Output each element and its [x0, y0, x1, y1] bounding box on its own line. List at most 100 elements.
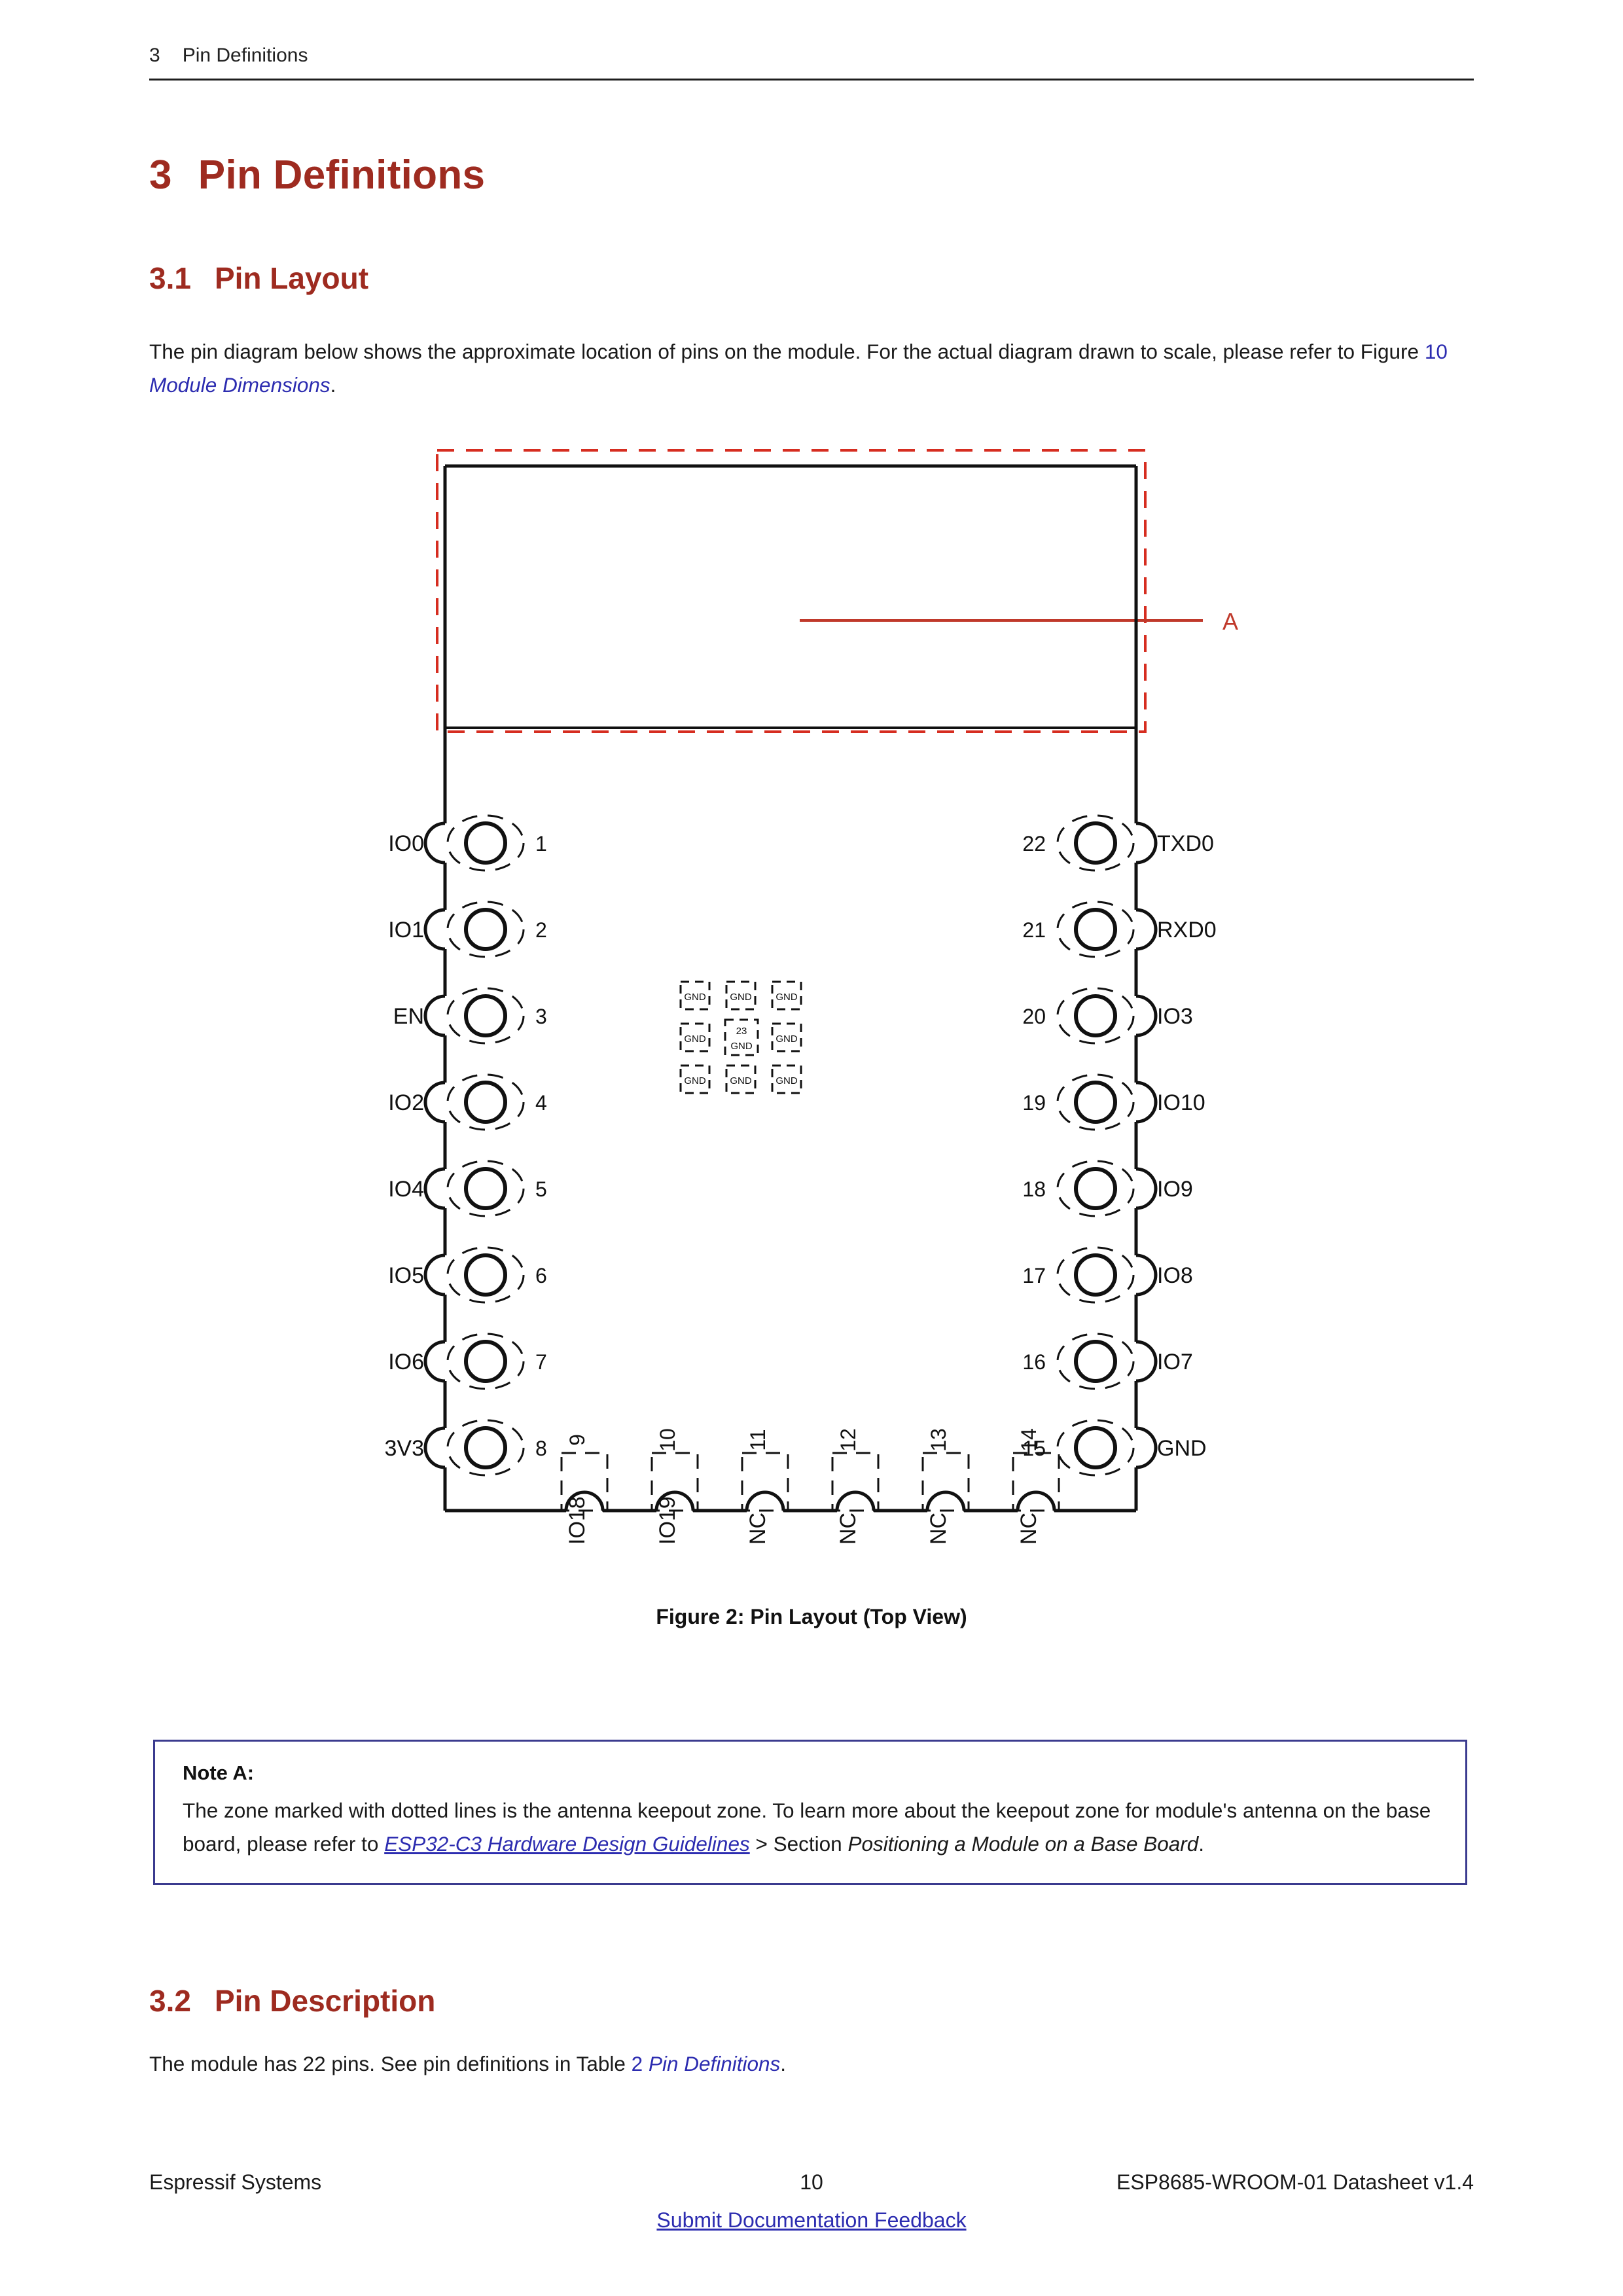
antenna-keepout-zone [436, 449, 1147, 733]
center-pad-gnd-r3c1[interactable]: GND [679, 1064, 711, 1094]
pin-left-6[interactable]: IO5 6 [388, 1246, 547, 1304]
pin-right-22-number: 22 [1022, 832, 1046, 855]
heading-3-number: 3 [149, 152, 172, 198]
pin-left-8-name: 3V3 [385, 1436, 425, 1461]
paragraph-pin-description-text: The module has 22 pins. See pin definiti… [149, 2052, 632, 2075]
heading-pin-layout: 3.1 Pin Layout [149, 260, 368, 296]
center-pad-gnd-r1c3[interactable]: GND [771, 980, 802, 1011]
pin-left-8[interactable]: 3V3 8 [385, 1419, 547, 1477]
paragraph-pin-description: The module has 22 pins. See pin definiti… [149, 2047, 1472, 2081]
pin-left-1[interactable]: IO0 1 [388, 814, 547, 872]
pin-right-22-name: TXD0 [1157, 831, 1214, 856]
center-pad-gnd-r3c3-label: GND [776, 1075, 798, 1086]
center-pad-gnd-r2c3[interactable]: GND [771, 1022, 802, 1052]
note-a-section-name: Positioning a Module on a Base Board [847, 1832, 1199, 1856]
pin-right-18-number: 18 [1022, 1177, 1046, 1201]
pin-bottom-14[interactable]: 14 NC [1012, 1428, 1060, 1545]
header-rule [149, 79, 1474, 81]
paragraph-pin-layout-text: The pin diagram below shows the approxim… [149, 340, 1425, 363]
pin-left-5-name: IO4 [388, 1177, 424, 1202]
pin-left-3[interactable]: EN 3 [393, 987, 547, 1045]
module-outline [445, 464, 1136, 1513]
center-pad-gnd-r1c2[interactable]: GND [725, 980, 757, 1011]
pin-right-19[interactable]: 19 IO10 [1022, 1073, 1205, 1131]
pin-right-21[interactable]: 21 RXD0 [1022, 901, 1217, 958]
center-pad-gnd-r3c2[interactable]: GND [725, 1064, 757, 1094]
pin-right-18-name: IO9 [1157, 1177, 1193, 1202]
center-pad-gnd-r3c1-label: GND [684, 1075, 706, 1086]
pin-left-4[interactable]: IO2 4 [388, 1073, 547, 1131]
running-header: 3 Pin Definitions [149, 45, 1474, 82]
submit-documentation-feedback-link[interactable]: Submit Documentation Feedback [656, 2208, 966, 2232]
pin-left-1-name: IO0 [388, 831, 424, 856]
pin-left-1-number: 1 [535, 832, 547, 855]
table-xref-title[interactable]: Pin Definitions [643, 2052, 780, 2075]
pin-right-21-number: 21 [1022, 918, 1046, 942]
module-left-edge [423, 466, 447, 1511]
pin-right-18[interactable]: 18 IO9 [1022, 1160, 1193, 1217]
pin-left-2[interactable]: IO1 2 [388, 901, 547, 958]
pin-right-22[interactable]: 22 TXD0 [1022, 814, 1214, 872]
pin-left-3-number: 3 [535, 1005, 547, 1028]
pin-bottom-14-name: NC [1016, 1513, 1041, 1545]
center-pad-gnd-r3c2-label: GND [730, 1075, 752, 1086]
pin-bottom-9-name: IO18 [565, 1496, 590, 1545]
center-gnd-pad-grid: GND GND GND GND 23 GND GND GND GND GND [679, 980, 802, 1094]
heading-32-text: Pin Description [214, 1984, 436, 2018]
pin-right-15[interactable]: 15 GND [1022, 1419, 1207, 1477]
pin-left-2-name: IO1 [388, 918, 424, 942]
pin-bottom-10-number: 10 [656, 1428, 679, 1452]
pin-left-6-name: IO5 [388, 1263, 424, 1288]
pin-right-21-name: RXD0 [1157, 918, 1217, 942]
heading-31-text: Pin Layout [214, 261, 369, 295]
pin-bottom-10-name: IO19 [655, 1496, 680, 1545]
pin-right-15-number: 15 [1022, 1437, 1046, 1460]
running-header-number: 3 [149, 45, 160, 66]
pin-bottom-9-number: 9 [565, 1434, 589, 1446]
hardware-design-guidelines-link[interactable]: ESP32-C3 Hardware Design Guidelines [384, 1832, 750, 1856]
keepout-label-a: A [1222, 608, 1238, 635]
paragraph-pin-description-tail: . [780, 2052, 787, 2075]
pin-left-7-number: 7 [535, 1350, 547, 1374]
heading-pin-description: 3.2 Pin Description [149, 1983, 435, 2018]
figure-caption: Figure 2: Pin Layout (Top View) [656, 1605, 967, 1628]
pin-left-3-name: EN [393, 1004, 424, 1029]
footer-document-title: ESP8685-WROOM-01 Datasheet v1.4 [1116, 2170, 1474, 2194]
center-pad-gnd-r1c1[interactable]: GND [679, 980, 711, 1011]
table-xref-number[interactable]: 2 [632, 2052, 643, 2075]
module-right-edge [1134, 466, 1158, 1511]
pin-left-5[interactable]: IO4 5 [388, 1160, 547, 1217]
pin-right-17[interactable]: 17 IO8 [1022, 1246, 1193, 1304]
pin-left-4-number: 4 [535, 1091, 547, 1115]
left-pin-group: IO0 1 IO1 2 EN 3 IO2 4 IO4 5 IO5 6 IO6 7… [385, 814, 547, 1477]
figure-xref-title[interactable]: Module Dimensions [149, 373, 330, 397]
note-a-text-2: > Section [749, 1832, 848, 1856]
pin-left-2-number: 2 [535, 918, 547, 942]
footer-feedback-wrapper: Submit Documentation Feedback [149, 2208, 1474, 2233]
pin-right-16[interactable]: 16 IO7 [1022, 1333, 1193, 1390]
center-pad-gnd-r2c1[interactable]: GND [679, 1022, 711, 1052]
pin-bottom-11[interactable]: 11 NC [741, 1429, 789, 1545]
paragraph-pin-layout-tail: . [330, 373, 336, 397]
pin-bottom-12[interactable]: 12 NC [831, 1428, 880, 1545]
pin-bottom-13-name: NC [926, 1513, 951, 1545]
pin-bottom-13-number: 13 [927, 1428, 950, 1452]
pin-bottom-14-number: 14 [1017, 1428, 1041, 1452]
center-pad-gnd-r3c3[interactable]: GND [771, 1064, 802, 1094]
pin-bottom-10[interactable]: 10 IO19 [651, 1428, 699, 1545]
center-pad-23-label: GND [730, 1041, 753, 1052]
pin-left-4-name: IO2 [388, 1090, 424, 1115]
pin-right-20[interactable]: 20 IO3 [1022, 987, 1193, 1045]
pin-bottom-13[interactable]: 13 NC [921, 1428, 970, 1545]
center-pad-gnd-r2c1-label: GND [684, 1033, 706, 1045]
page-footer: Espressif Systems 10 ESP8685-WROOM-01 Da… [149, 2170, 1474, 2255]
figure-xref-number[interactable]: 10 [1425, 340, 1448, 363]
pin-left-7[interactable]: IO6 7 [388, 1333, 547, 1390]
center-pad-gnd-23[interactable]: 23 GND [724, 1018, 759, 1056]
pin-left-8-number: 8 [535, 1437, 547, 1460]
page-title: 3 Pin Definitions [149, 152, 485, 198]
pin-layout-figure: A IO0 1 IO1 2 EN 3 IO2 4 IO4 5 IO5 6 IO6… [385, 449, 1238, 1545]
pin-bottom-9[interactable]: 9 IO18 [560, 1434, 609, 1545]
pin-right-20-name: IO3 [1157, 1004, 1193, 1029]
center-pad-gnd-r2c3-label: GND [776, 1033, 798, 1045]
